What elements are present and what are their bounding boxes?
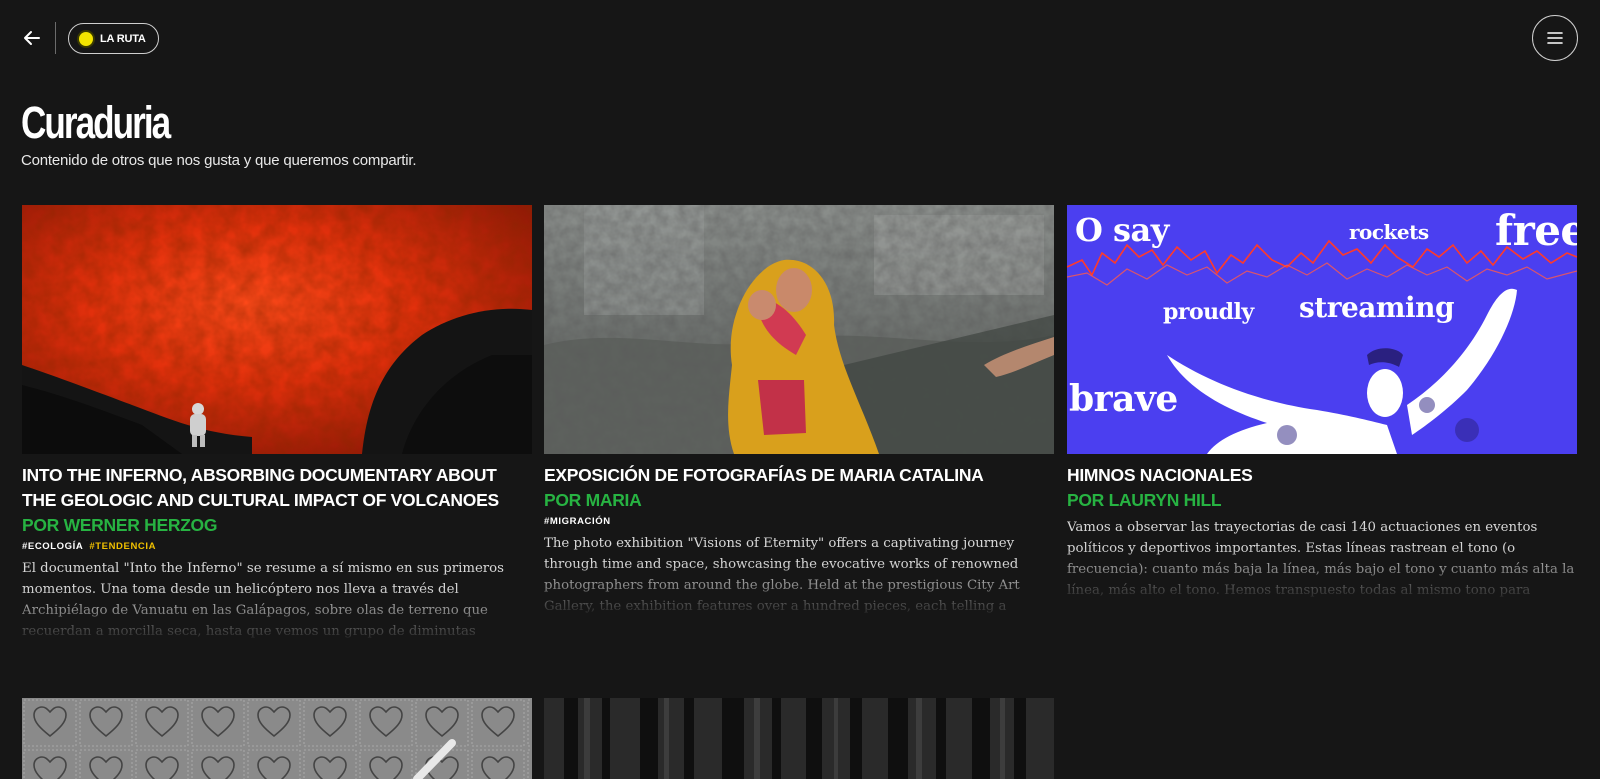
anthem-word-proudly: proudly: [1163, 299, 1255, 325]
badge-label: LA RUTA: [100, 32, 146, 45]
anthem-word-brave: brave: [1069, 378, 1178, 420]
anthem-word-rockets: rockets: [1349, 220, 1429, 244]
article-card[interactable]: [544, 698, 1054, 779]
top-bar: LA RUTA: [0, 0, 1600, 80]
anthem-graphic-image[interactable]: O say rockets free proudly streaming bra…: [1067, 205, 1577, 454]
article-title[interactable]: Himnos nacionales: [1067, 463, 1577, 488]
arrow-left-icon: [24, 31, 40, 45]
article-card[interactable]: O say rockets free proudly streaming bra…: [1067, 205, 1577, 601]
exhibition-photo-image[interactable]: [544, 205, 1054, 454]
back-button[interactable]: [20, 26, 44, 50]
volcano-image[interactable]: [22, 205, 532, 454]
article-title[interactable]: Exposición de fotografías de Maria Catal…: [544, 463, 1054, 488]
article-description: The photo exhibition "Visions of Eternit…: [544, 536, 1020, 614]
nav-divider: [55, 22, 56, 54]
tag-ecologia[interactable]: #ECOLOGÍA: [22, 541, 83, 552]
page-subtitle: Contenido de otros que nos gusta y que q…: [21, 152, 417, 169]
forest-image[interactable]: [544, 698, 1054, 779]
article-author[interactable]: Por Lauryn Hill: [1067, 488, 1577, 513]
article-description: Vamos a observar las trayectorias de cas…: [1067, 520, 1575, 598]
tag-tendencia[interactable]: #TENDENCIA: [89, 541, 156, 552]
yellow-dot-icon: [79, 31, 93, 46]
hamburger-menu-icon: [1547, 32, 1563, 44]
article-card[interactable]: [22, 698, 532, 779]
article-title[interactable]: Into the Inferno, absorbing documentary …: [22, 463, 532, 513]
anthem-word-streaming: streaming: [1299, 291, 1454, 324]
article-author[interactable]: Por Maria: [544, 488, 1054, 513]
menu-button[interactable]: [1532, 15, 1578, 61]
anthem-word-o-say: O say: [1075, 211, 1171, 249]
anthem-word-free: free: [1495, 206, 1577, 255]
tag-list: #ECOLOGÍA #TENDENCIA: [22, 540, 532, 554]
article-card[interactable]: Exposición de fotografías de Maria Catal…: [544, 205, 1054, 617]
tag-migracion[interactable]: #MIGRACIÓN: [544, 516, 611, 527]
article-card[interactable]: Into the Inferno, absorbing documentary …: [22, 205, 532, 642]
page-title: Curaduria: [21, 97, 171, 148]
article-author[interactable]: Por Werner Herzog: [22, 513, 532, 538]
tag-list: #MIGRACIÓN: [544, 515, 1054, 529]
hearts-pattern-image[interactable]: [22, 698, 532, 779]
article-description: El documental "Into the Inferno" se resu…: [22, 561, 504, 639]
la-ruta-badge[interactable]: LA RUTA: [68, 23, 159, 54]
